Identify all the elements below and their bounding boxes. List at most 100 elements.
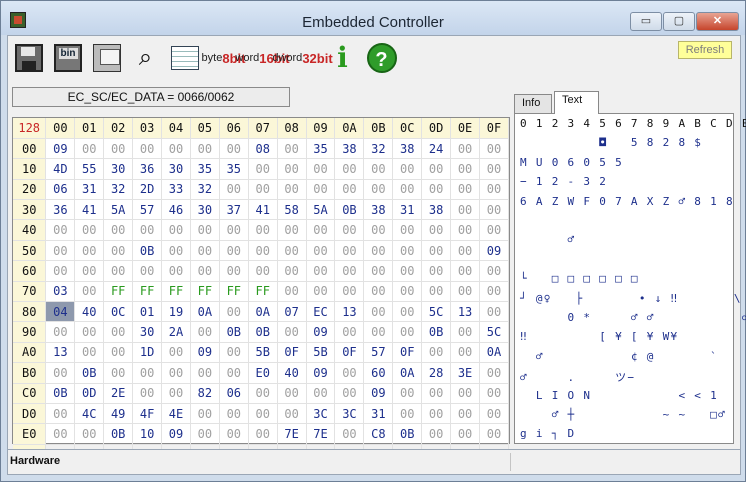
hex-cell[interactable]: 0A — [392, 362, 423, 384]
hex-cell[interactable]: 0B — [74, 362, 105, 384]
hex-cell[interactable]: 06 — [45, 179, 76, 201]
hex-cell[interactable]: 40 — [277, 362, 307, 384]
hex-cell[interactable]: 00 — [74, 260, 105, 282]
hex-cell[interactable]: 00 — [161, 342, 191, 364]
hex-cell[interactable]: 31 — [74, 179, 105, 201]
hex-cell[interactable]: 2D — [132, 179, 163, 201]
hex-cell[interactable]: 07 — [277, 301, 307, 323]
hex-cell[interactable]: 00 — [421, 158, 452, 180]
hex-cell[interactable]: 00 — [248, 158, 278, 180]
hex-cell[interactable]: 00 — [103, 138, 134, 160]
hex-cell[interactable]: 00 — [132, 219, 163, 241]
hex-cell[interactable]: 00 — [132, 138, 163, 160]
hex-cell[interactable]: 00 — [219, 260, 249, 282]
hex-cell[interactable]: 09 — [161, 423, 191, 445]
hex-cell[interactable]: 00 — [74, 138, 105, 160]
hex-cell[interactable]: 00 — [103, 240, 134, 262]
hex-cell[interactable]: 41 — [74, 199, 105, 221]
hex-cell[interactable]: 00 — [190, 260, 220, 282]
hex-cell[interactable]: 00 — [450, 138, 481, 160]
hex-cell[interactable]: 00 — [219, 301, 249, 323]
hex-cell[interactable]: 00 — [392, 301, 423, 323]
hex-cell[interactable]: 0B — [392, 423, 423, 445]
title-bar[interactable]: Embedded Controller ▭ ▢ ✕ — [1, 1, 745, 35]
hex-cell[interactable]: 13 — [334, 301, 365, 323]
hex-cell[interactable]: 00 — [450, 383, 481, 404]
hex-cell[interactable]: 00 — [392, 158, 423, 180]
hex-cell[interactable]: 00 — [277, 321, 307, 343]
hex-cell[interactable]: 33 — [161, 179, 191, 201]
hex-cell[interactable]: 30 — [103, 158, 134, 180]
hex-cell[interactable]: 58 — [277, 199, 307, 221]
hex-cell[interactable]: 2A — [161, 321, 191, 343]
hex-cell[interactable]: 00 — [306, 179, 336, 201]
hex-cell[interactable]: 00 — [132, 260, 163, 282]
hex-cell[interactable]: 40 — [74, 301, 105, 323]
hex-cell[interactable]: 00 — [74, 240, 105, 262]
hex-cell[interactable]: 00 — [277, 179, 307, 201]
hex-cell[interactable]: 46 — [161, 199, 191, 221]
hex-cell[interactable]: 0B — [248, 321, 278, 343]
hex-cell[interactable]: 28 — [421, 362, 452, 384]
hex-cell[interactable]: 00 — [132, 383, 163, 404]
hex-cell[interactable]: 00 — [277, 158, 307, 180]
hex-cell[interactable]: 55 — [74, 158, 105, 180]
hex-cell[interactable]: 00 — [334, 179, 365, 201]
hex-cell[interactable]: FF — [219, 281, 249, 303]
hex-cell[interactable]: 30 — [190, 199, 220, 221]
hex-cell[interactable]: E0 — [248, 362, 278, 384]
hex-cell[interactable]: 06 — [219, 383, 249, 404]
hex-cell[interactable]: 00 — [248, 179, 278, 201]
hex-cell[interactable]: 01 — [132, 301, 163, 323]
hex-cell[interactable]: 00 — [334, 219, 365, 241]
hex-cell[interactable]: 5A — [306, 199, 336, 221]
close-button[interactable]: ✕ — [696, 12, 739, 31]
hex-cell[interactable]: 09 — [306, 321, 336, 343]
hex-cell[interactable]: 32 — [103, 179, 134, 201]
hex-cell[interactable]: 82 — [190, 383, 220, 404]
hex-cell[interactable]: 00 — [248, 423, 278, 445]
hex-cell[interactable]: 00 — [421, 383, 452, 404]
hex-cell[interactable]: 00 — [74, 423, 105, 445]
hex-cell[interactable]: 00 — [277, 219, 307, 241]
hex-cell[interactable]: 00 — [334, 158, 365, 180]
hex-cell[interactable]: 00 — [103, 321, 134, 343]
hex-cell[interactable]: 00 — [392, 219, 423, 241]
hex-cell[interactable]: 4D — [45, 158, 76, 180]
dword-view-button[interactable]: dword 32bit — [272, 41, 332, 74]
hex-cell[interactable]: 00 — [334, 321, 365, 343]
hex-cell[interactable]: 0B — [421, 321, 452, 343]
hex-cell[interactable]: 00 — [219, 240, 249, 262]
hex-cell[interactable]: 00 — [306, 240, 336, 262]
hex-cell[interactable]: 00 — [45, 362, 76, 384]
hex-cell[interactable]: 7E — [306, 423, 336, 445]
hex-cell[interactable]: 0A — [248, 301, 278, 323]
hex-cell[interactable]: 00 — [219, 362, 249, 384]
hex-cell[interactable]: 31 — [363, 403, 394, 425]
hex-cell[interactable]: 00 — [450, 179, 481, 201]
hex-cell[interactable]: 0B — [132, 240, 163, 262]
tab-info[interactable]: Info — [514, 94, 552, 113]
refresh-button[interactable]: Refresh — [678, 41, 732, 59]
hex-cell[interactable]: 00 — [392, 383, 423, 404]
hex-cell[interactable]: 00 — [421, 423, 452, 445]
hex-cell[interactable]: 36 — [45, 199, 76, 221]
hex-cell[interactable]: 38 — [363, 199, 394, 221]
hex-cell[interactable]: 09 — [363, 383, 394, 404]
hex-cell[interactable]: 0B — [334, 199, 365, 221]
hex-cell[interactable]: 09 — [306, 362, 336, 384]
hex-cell[interactable]: 5A — [103, 199, 134, 221]
hex-cell[interactable]: 4F — [132, 403, 163, 425]
hex-cell[interactable]: 00 — [450, 423, 481, 445]
hex-cell[interactable]: 09 — [190, 342, 220, 364]
hex-cell[interactable]: 00 — [103, 260, 134, 282]
hex-cell[interactable]: 0D — [74, 383, 105, 404]
hex-cell[interactable]: 0F — [334, 342, 365, 364]
hex-cell[interactable]: 00 — [248, 383, 278, 404]
hex-cell[interactable]: 00 — [190, 362, 220, 384]
hex-cell[interactable]: 00 — [479, 383, 509, 404]
hex-cell[interactable]: 00 — [479, 281, 509, 303]
hex-cell[interactable]: 24 — [421, 138, 452, 160]
hex-cell[interactable]: 00 — [161, 383, 191, 404]
hex-cell[interactable]: EC — [306, 301, 336, 323]
